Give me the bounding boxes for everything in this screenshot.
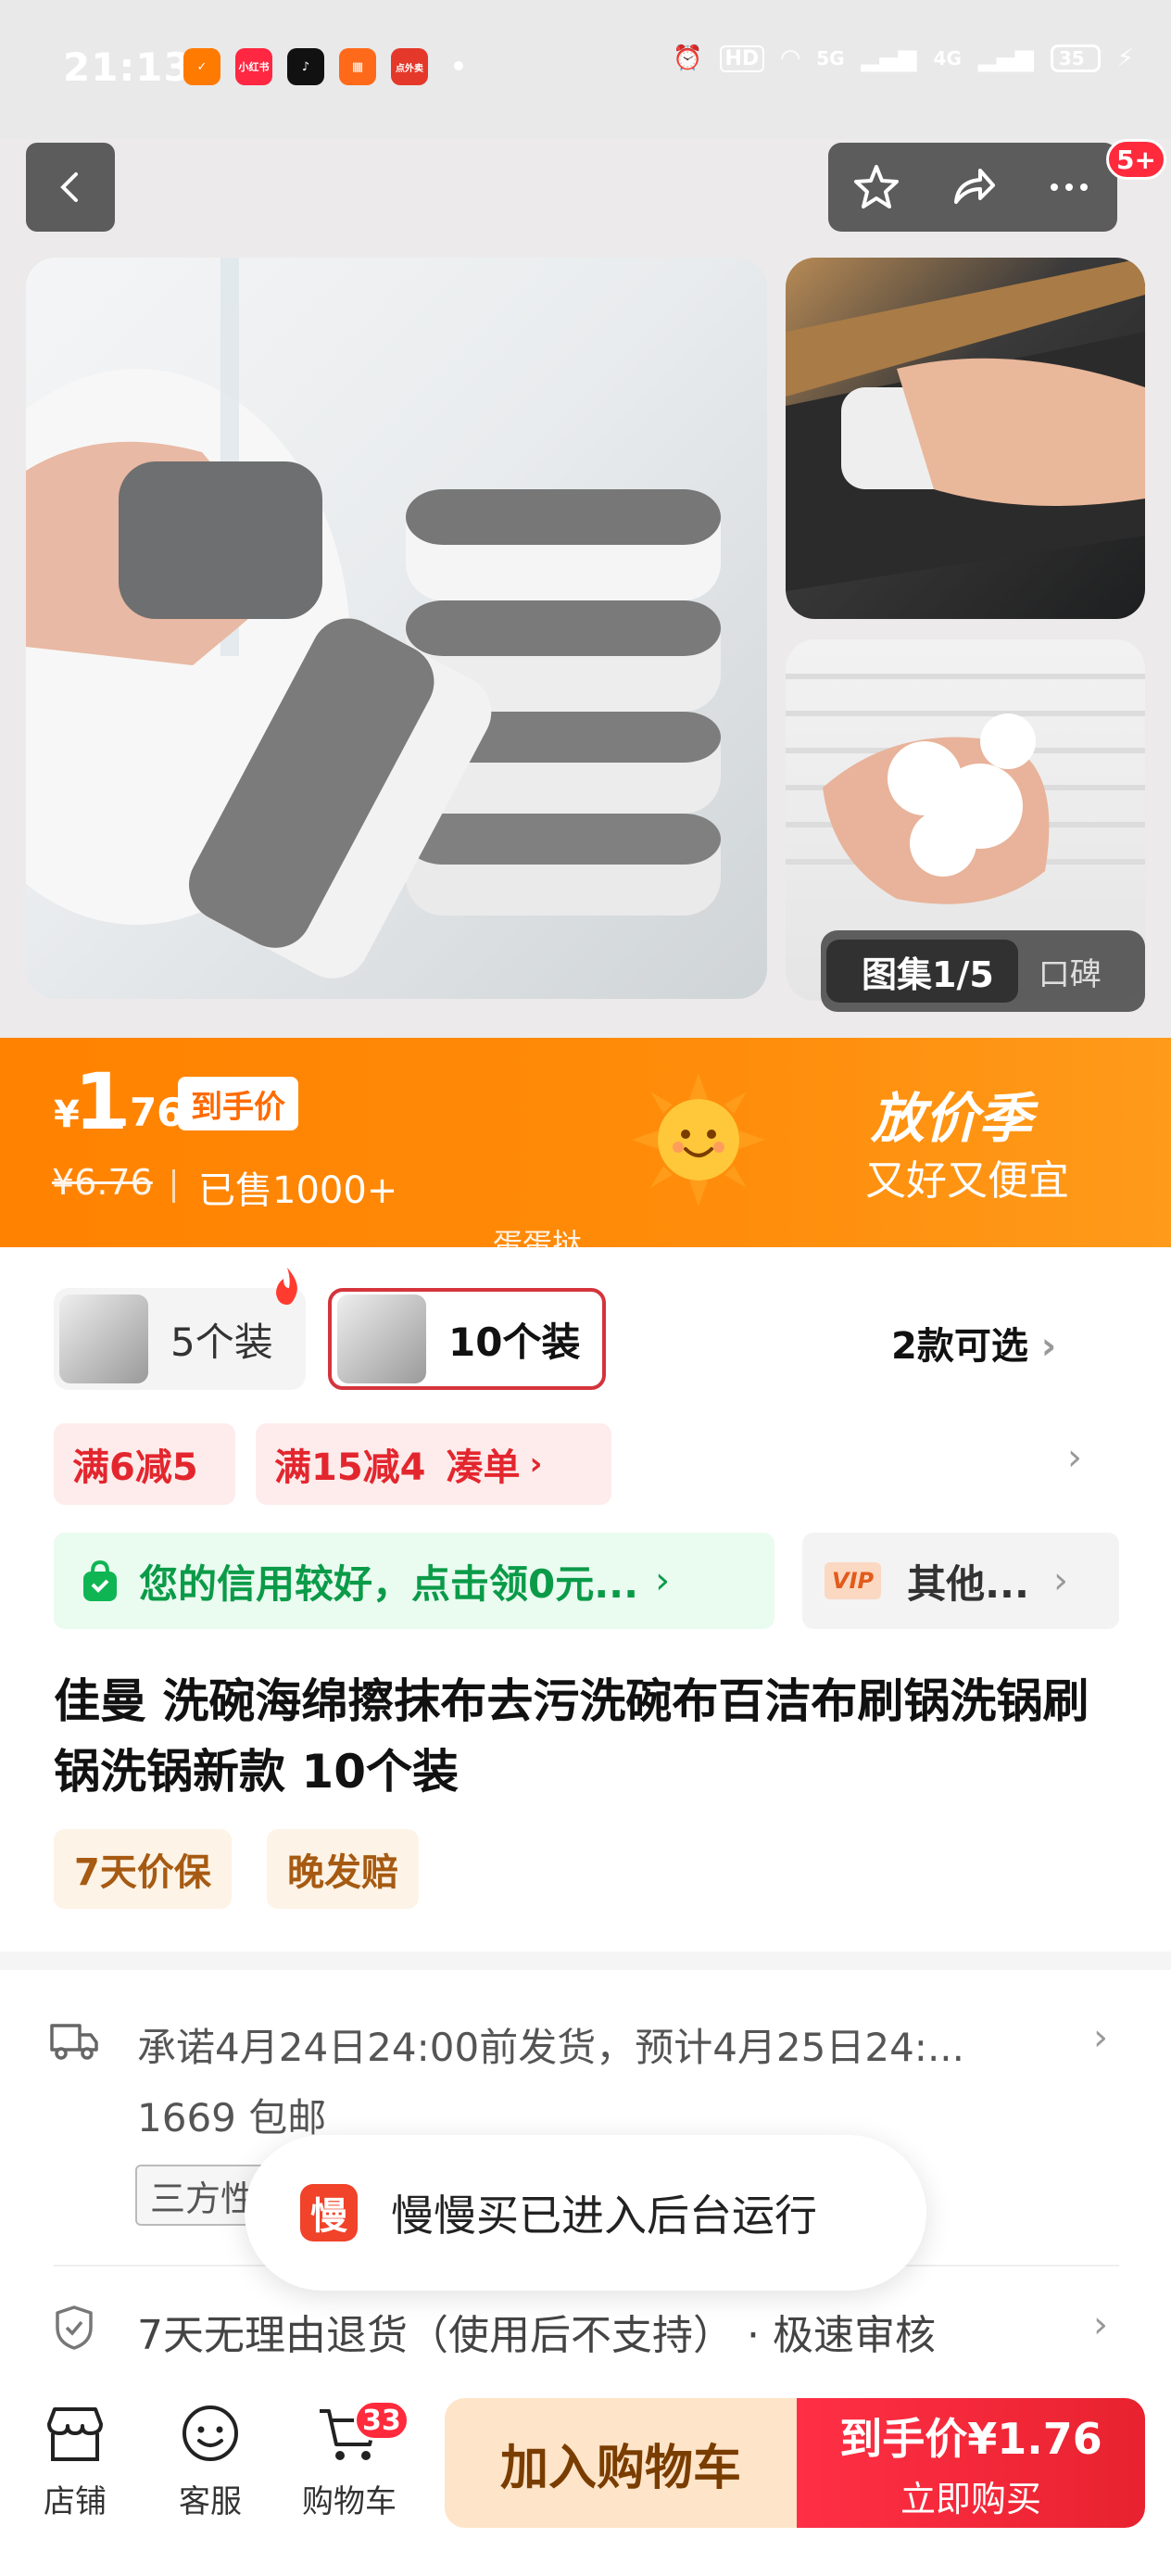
hot-fire-icon xyxy=(276,1268,297,1305)
shopping-bag-icon xyxy=(83,1559,117,1601)
star-icon[interactable] xyxy=(850,161,902,213)
to-hand-price-badge: 到手价 xyxy=(178,1077,298,1130)
hd-icon: HD xyxy=(719,44,765,72)
price-divider xyxy=(172,1169,175,1203)
product-title: 佳曼 洗碗海绵擦抹布去污洗碗布百洁布刷锅洗锅刷锅洗锅新款 10个装 xyxy=(54,1674,1089,1799)
delivery-truck-icon xyxy=(50,2024,98,2060)
more-badge: 5+ xyxy=(1106,139,1166,180)
watermark: 蛋蛋挞 xyxy=(493,1227,583,1262)
status-time: 21:13 xyxy=(63,44,192,90)
xiaohongshu-icon: 小红书 xyxy=(235,48,272,85)
original-price: ¥6.76 xyxy=(52,1162,153,1203)
sun-mascot-icon xyxy=(632,1073,765,1206)
shield-check-icon xyxy=(56,2305,93,2350)
cart-label: 购物车 xyxy=(302,2483,397,2520)
shop-button[interactable]: 店铺 xyxy=(6,2404,145,2521)
battery-icon: 35 xyxy=(1050,44,1101,72)
chevron-right-icon[interactable]: › xyxy=(1093,2304,1108,2346)
sku-more[interactable]: 2款可选 › xyxy=(891,1316,1056,1370)
chevron-right-icon[interactable]: › xyxy=(1093,2016,1108,2059)
credit-banner[interactable]: 您的信用较好，点击领0元... › xyxy=(54,1533,774,1629)
shop-label: 店铺 xyxy=(44,2483,107,2520)
alarm-icon: ⏰ xyxy=(673,44,703,72)
section-divider xyxy=(0,1951,1171,1970)
manmanmai-logo-icon: 慢 xyxy=(300,2184,358,2241)
signal-5g: 5G xyxy=(816,47,845,69)
chevron-right-icon[interactable]: › xyxy=(1067,1436,1082,1479)
reviews-tab[interactable]: 口碑 xyxy=(1018,949,1102,994)
store-icon xyxy=(47,2407,103,2461)
chat-smile-icon xyxy=(183,2406,238,2461)
signal-bars-icon-2: ▂▄▆ xyxy=(977,44,1034,72)
background-run-toast: 慢 慢慢买已进入后台运行 xyxy=(245,2135,926,2291)
sold-count: 已售1000+ xyxy=(198,1169,398,1212)
price-decimal: .76 xyxy=(115,1090,184,1135)
late-ship-compensate-tag[interactable]: 晚发赔 xyxy=(267,1829,419,1909)
top-actions xyxy=(828,143,1117,232)
toast-text: 慢慢买已进入后台运行 xyxy=(391,2191,817,2241)
product-image-stove[interactable] xyxy=(786,258,1145,619)
sku-label: 10个装 xyxy=(448,1319,581,1365)
product-image-main[interactable] xyxy=(26,258,767,999)
signal-bars-icon: ▂▄▆ xyxy=(861,44,917,72)
more-notifications-dot xyxy=(454,61,463,70)
cart-count-badge: 33 xyxy=(354,2400,409,2441)
return-policy[interactable]: 7天无理由退货（使用后不支持） · 极速审核 xyxy=(137,2302,936,2361)
credit-text: 您的信用较好，点击领0元... xyxy=(139,1560,639,1607)
promo-discount-1[interactable]: 满6减5 xyxy=(54,1423,235,1505)
shipping-promise[interactable]: 承诺4月24日24:00前发货，预计4月25日24:... xyxy=(137,2016,964,2073)
sponge-stack-illustration xyxy=(26,258,721,979)
hand-cleaning-illustration xyxy=(786,258,1145,591)
more-icon[interactable] xyxy=(1043,161,1095,213)
buy-price: 到手价¥1.76 xyxy=(839,2413,1102,2464)
add-to-cart-button[interactable]: 加入购物车 xyxy=(445,2398,797,2528)
vip-badge-icon: VIP xyxy=(825,1562,882,1599)
coudan-link: 凑单 xyxy=(446,1446,521,1489)
service-label: 客服 xyxy=(179,2483,242,2520)
tiktok-icon: ♪ xyxy=(287,48,324,85)
gallery-indicator[interactable]: 图集1/5 口碑 xyxy=(821,930,1145,1012)
charging-icon: ⚡ xyxy=(1116,44,1134,72)
share-icon[interactable] xyxy=(947,161,999,213)
wifi-icon: ◠ xyxy=(781,44,800,72)
chevron-right-icon: › xyxy=(1052,1559,1068,1602)
sku-label: 5个装 xyxy=(170,1319,273,1365)
shipping-location: 1669 包邮 xyxy=(137,2095,327,2140)
promo-label: 满15减4 xyxy=(274,1446,426,1489)
vip-benefit[interactable]: VIP 其他... › xyxy=(802,1533,1119,1629)
sku-option-5[interactable]: 5个装 xyxy=(54,1288,306,1390)
back-arrow-icon xyxy=(60,172,78,202)
chevron-right-icon: › xyxy=(1040,1325,1057,1368)
status-icons: ⏰ HD ◠ 5G ▂▄▆ 4G ▂▄▆ 35 ⚡ xyxy=(673,44,1134,72)
banner-subtitle: 又好又便宜 xyxy=(865,1157,1069,1205)
takeout-icon: 点外卖 xyxy=(391,48,428,85)
promo-discount-2[interactable]: 满15减4 凑单 › xyxy=(256,1423,611,1505)
vip-label: 其他... xyxy=(907,1560,1029,1607)
chevron-right-icon: › xyxy=(655,1559,671,1602)
chevron-right-icon: › xyxy=(529,1446,543,1483)
gallery-counter[interactable]: 图集1/5 xyxy=(826,940,1018,1003)
sku-option-10-selected[interactable]: 10个装 xyxy=(328,1288,606,1390)
app-notification-icon: ✓ xyxy=(183,48,220,85)
price-protect-tag[interactable]: 7天价保 xyxy=(54,1829,232,1909)
app-grid-icon: ▦ xyxy=(339,48,376,85)
buy-now-button[interactable]: 到手价¥1.76 立即购买 xyxy=(797,2398,1145,2528)
signal-4g: 4G xyxy=(933,47,962,69)
back-button[interactable] xyxy=(26,143,115,232)
sku-more-label: 2款可选 xyxy=(891,1325,1028,1368)
sku-thumbnail xyxy=(337,1294,426,1383)
banner-title: 放价季 xyxy=(871,1087,1033,1150)
buy-now-label: 立即购买 xyxy=(900,2478,1041,2519)
sku-thumbnail xyxy=(59,1294,148,1383)
customer-service-button[interactable]: 客服 xyxy=(141,2404,280,2521)
